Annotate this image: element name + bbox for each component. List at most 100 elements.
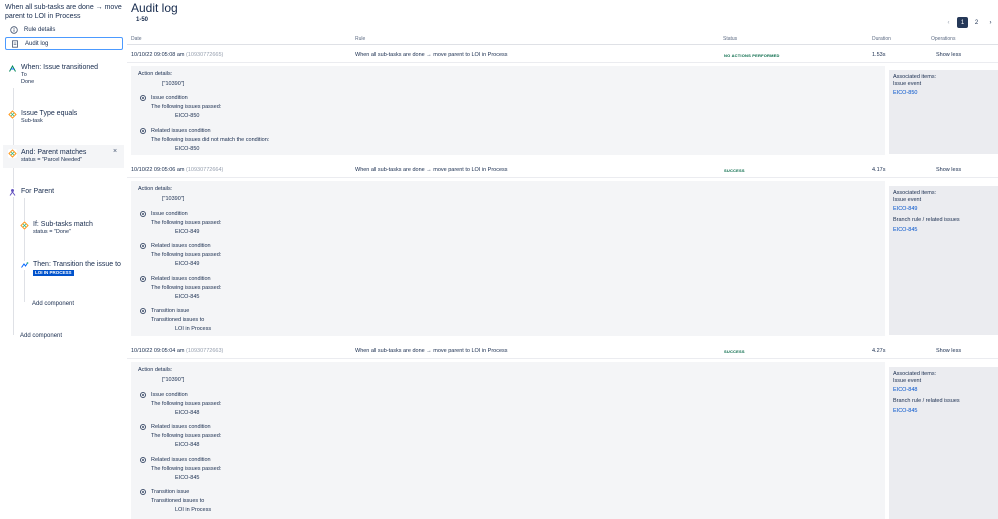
branch-for-parent[interactable]: For Parent [8,188,54,197]
col-duration: Duration [872,36,891,42]
step-item-link[interactable]: LOI in Process [175,326,211,332]
step-item-link[interactable]: EICO-848 [175,410,199,416]
entry-duration: 4.27s [872,348,886,354]
branch-icon [8,188,17,197]
step-title: Transition issue [151,308,190,314]
pagination-next-chevron-right-icon[interactable]: › [985,17,996,28]
condition-3-title: If: Sub-tasks match [33,221,93,228]
step-title: Related issues condition [151,243,211,249]
pagination-page-1[interactable]: 1 [957,17,968,28]
associated-items-title: Associated items: [893,74,937,80]
action-details-value: ["10390"] [162,377,185,383]
entry-rule: When all sub-tasks are done → move paren… [355,52,508,58]
associated-items-title: Associated items: [893,371,937,377]
associated-items-title: Associated items: [893,190,937,196]
step-desc: The following issues passed: [151,466,222,472]
step-desc: The following issues passed: [151,401,222,407]
show-less-link[interactable]: Show less [936,348,961,354]
associated-issue-link[interactable]: EICO-850 [893,90,917,96]
table-row[interactable]: 10/10/22 09:05:06 am (10930772664) When … [127,162,998,178]
entry-details: Action details: ["10390"] Issue conditio… [131,66,885,155]
condition-icon [8,110,17,119]
step-title: Related issues condition [151,276,211,282]
condition-sub-tasks-match[interactable]: If: Sub-tasks match status = "Done" [20,221,93,236]
trigger-icon [8,64,17,73]
step-status-icon [140,489,146,495]
step-desc: The following issues passed: [151,285,222,291]
issue-event-label: Issue event [893,81,922,87]
condition-1-title: Issue Type equals [21,110,78,117]
nav-audit-log[interactable]: Audit log [5,37,123,50]
col-date: Date [131,36,142,42]
show-less-link[interactable]: Show less [936,52,961,58]
step-title: Issue condition [151,392,188,398]
issue-event-label: Issue event [893,378,922,384]
add-component-outer-link[interactable]: Add component [20,333,62,339]
rule-sidebar: When all sub-tasks are done → move paren… [0,0,127,519]
entry-date: 10/10/22 09:05:06 am (10930772664) [131,167,223,173]
associated-items-panel: Associated items: Issue event EICO-849 B… [889,186,998,335]
pagination-page-2[interactable]: 2 [971,17,982,28]
step-status-icon [140,95,146,101]
show-less-link[interactable]: Show less [936,167,961,173]
table-row[interactable]: 10/10/22 09:05:08 am (10930772665) When … [127,47,998,63]
step-item-link[interactable]: EICO-849 [175,261,199,267]
branch-issue-link[interactable]: EICO-845 [893,408,917,414]
condition-issue-type-equals[interactable]: Issue Type equals Sub-task [8,110,77,125]
step-desc: The following issues did not match the c… [151,137,270,143]
step-item-link[interactable]: LOI in Process [175,507,211,513]
branch-issue-link[interactable]: EICO-845 [893,227,917,233]
branch-connector-line [24,198,25,302]
pagination: ‹ 1 2 › [943,17,996,28]
step-item-link[interactable]: EICO-850 [175,113,199,119]
step-title: Issue condition [151,211,188,217]
entry-date-text: 10/10/22 09:05:08 am [131,52,185,58]
pagination-prev-chevron-left-icon[interactable]: ‹ [943,17,954,28]
trigger-when-issue-transitioned[interactable]: When: Issue transitioned To Done [8,64,98,86]
add-component-inner-link[interactable]: Add component [32,301,74,307]
action-icon [20,261,29,270]
entry-date-text: 10/10/22 09:05:04 am [131,348,185,354]
entry-id: (10930772663) [186,348,224,354]
col-rule: Rule [355,36,366,42]
action-transition-issue[interactable]: Then: Transition the issue to LOI IN PRO… [20,261,121,276]
step-item-link[interactable]: EICO-848 [175,442,199,448]
step-desc: The following issues passed: [151,220,222,226]
result-range: 1-50 [136,17,149,23]
step-desc: Transitioned issues to [151,317,205,323]
condition-3-value: status = "Done" [33,229,71,235]
associated-items-panel: Associated items: Issue event EICO-848 B… [889,367,998,519]
entry-id: (10930772665) [186,52,224,58]
step-desc: The following issues passed: [151,252,222,258]
step-desc: The following issues passed: [151,433,222,439]
entry-rule: When all sub-tasks are done → move paren… [355,348,508,354]
step-item-link[interactable]: EICO-845 [175,475,199,481]
action-title: Then: Transition the issue to [33,261,121,268]
branch-rule-label: Branch rule / related issues [893,398,960,404]
condition-icon [20,221,29,230]
step-status-icon [140,424,146,430]
action-details-label: Action details: [138,367,173,373]
remove-component-close-icon[interactable]: × [113,148,117,155]
issue-event-label: Issue event [893,197,922,203]
status-badge: SUCCESS [724,168,745,173]
nav-rule-details[interactable]: Rule details [5,23,123,36]
page-title: Audit log [131,1,178,15]
step-item-link[interactable]: EICO-845 [175,294,199,300]
associated-issue-link[interactable]: EICO-849 [893,206,917,212]
action-details-value: ["10390"] [162,196,185,202]
step-title: Issue condition [151,95,188,101]
step-desc: Transitioned issues to [151,498,205,504]
condition-2-value: status = "Parcel Needed" [21,157,83,163]
entry-details: Action details: ["10390"] Issue conditio… [131,362,885,519]
table-row[interactable]: 10/10/22 09:05:04 am (10930772663) When … [127,343,998,359]
step-item-link[interactable]: EICO-850 [175,146,199,152]
associated-issue-link[interactable]: EICO-848 [893,387,917,393]
step-item-link[interactable]: EICO-849 [175,229,199,235]
condition-2-title: And: Parent matches [21,149,87,156]
condition-parent-matches[interactable]: And: Parent matches status = "Parcel Nee… [8,149,86,164]
associated-items-panel: Associated items: Issue event EICO-850 [889,70,998,154]
action-details-label: Action details: [138,71,173,77]
rule-title: When all sub-tasks are done → move paren… [5,4,122,20]
step-status-icon [140,211,146,217]
